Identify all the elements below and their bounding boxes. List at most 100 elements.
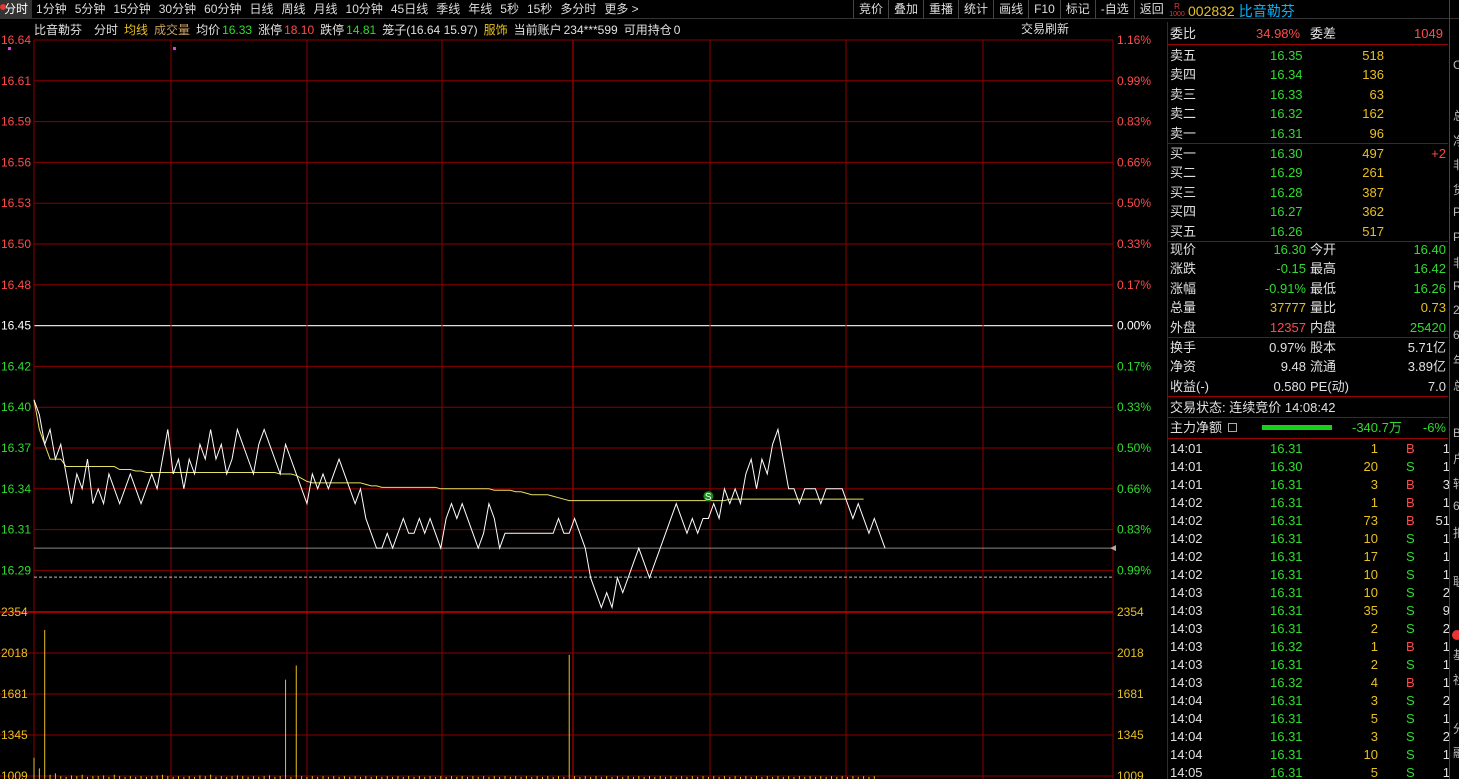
stat-value: 0.73 — [1420, 300, 1446, 316]
quote-stat-row: 涨跌 -0.15 最高 16.42 — [1168, 259, 1448, 278]
ask-volume: 518 — [1362, 48, 1384, 63]
tick-volume: 1 — [1370, 495, 1378, 510]
list-icon[interactable] — [1228, 423, 1237, 432]
period-tab[interactable]: 日线 — [245, 0, 277, 19]
tick-price: 16.31 — [1270, 765, 1303, 779]
period-tab[interactable]: 15秒 — [523, 0, 556, 19]
price-tick-label: 16.31 — [1, 523, 31, 537]
stat-label: 总量 — [1170, 300, 1197, 316]
tick-count: 9 — [1442, 603, 1450, 618]
toolbar-button[interactable]: 竞价 — [853, 0, 888, 19]
pct-tick-label: 0.50% — [1117, 196, 1151, 210]
tick-side: S — [1406, 549, 1415, 564]
toolbar-button[interactable]: 画线 — [993, 0, 1028, 19]
tick-volume: 5 — [1370, 711, 1378, 726]
pct-tick-label: 0.33% — [1117, 400, 1151, 414]
period-tab[interactable]: 30分钟 — [155, 0, 200, 19]
period-tab[interactable]: 1分钟 — [32, 0, 71, 19]
period-tab[interactable]: 10分钟 — [342, 0, 387, 19]
tick-count: 2 — [1442, 585, 1450, 600]
fundamental-row: 收益(-) 0.580 PE(动) 7.0 — [1168, 377, 1448, 396]
period-tab[interactable]: 多分时 — [556, 0, 600, 19]
bid-price: 16.27 — [1270, 204, 1303, 220]
tick-time: 14:04 — [1170, 693, 1203, 708]
tick-volume: 1 — [1370, 639, 1378, 654]
price-tick-label: 16.56 — [1, 155, 31, 169]
bid-label: 买三 — [1170, 184, 1197, 200]
tick-volume: 20 — [1363, 459, 1378, 474]
toolbar-button[interactable]: F10 — [1028, 0, 1060, 19]
stock-code: 002832 — [1188, 3, 1235, 19]
edge-label: 2 — [1453, 303, 1459, 317]
period-tab[interactable]: 分时 — [0, 0, 33, 19]
fundamental-row: 净资 9.48 流通 3.89亿 — [1168, 357, 1448, 376]
tick-time: 14:01 — [1170, 441, 1203, 456]
tick-time: 14:02 — [1170, 495, 1203, 510]
tick-count: 3 — [1442, 477, 1450, 492]
stock-name[interactable]: 比音勒芬 — [1239, 1, 1295, 21]
tick-volume: 10 — [1363, 585, 1378, 600]
ask-price: 16.33 — [1270, 86, 1303, 102]
ask-row: 卖三 16.33 63 — [1168, 85, 1448, 104]
toolbar-button[interactable]: 重播 — [923, 0, 958, 19]
tick-volume: 35 — [1363, 603, 1378, 618]
stat-label: PE(动) — [1310, 378, 1350, 394]
period-tab[interactable]: 年线 — [464, 0, 496, 19]
event-marker[interactable] — [173, 47, 176, 50]
toolbar-button[interactable]: 标记 — [1059, 0, 1095, 19]
tick-volume: 3 — [1370, 477, 1378, 492]
tick-side: S — [1406, 747, 1415, 762]
bid-row: 买二 16.29 261 — [1168, 163, 1448, 182]
period-tab[interactable]: 15分钟 — [109, 0, 154, 19]
period-tab[interactable]: 更多 > — [600, 0, 642, 19]
stat-label: 内盘 — [1310, 319, 1337, 335]
tick-row: 14:01 16.30 20 S 1 — [1168, 458, 1450, 476]
tick-count: 1 — [1442, 459, 1450, 474]
stat-value: 16.42 — [1413, 261, 1446, 277]
edge-label: P — [1453, 205, 1459, 219]
toolbar-button[interactable]: 统计 — [958, 0, 993, 19]
edge-label: 户 — [1453, 450, 1459, 467]
period-tab[interactable]: 5分钟 — [71, 0, 110, 19]
toolbar-button[interactable]: 叠加 — [888, 0, 923, 19]
period-tab[interactable]: 60分钟 — [200, 0, 245, 19]
stock-header: R 1000 002832 比音勒芬 — [1169, 0, 1295, 22]
ask-price: 16.31 — [1270, 125, 1303, 141]
edge-label: 年 — [1453, 352, 1459, 369]
bid-price: 16.30 — [1270, 146, 1303, 161]
event-marker[interactable] — [8, 47, 11, 50]
edge-label: 联 — [1453, 573, 1459, 590]
pct-tick-label: 0.66% — [1117, 155, 1151, 169]
tick-volume: 3 — [1370, 693, 1378, 708]
divider — [1168, 396, 1448, 397]
tick-side: S — [1406, 711, 1415, 726]
tick-price: 16.31 — [1270, 747, 1303, 762]
edge-label: 6 — [1453, 327, 1459, 342]
tick-price: 16.31 — [1270, 477, 1303, 492]
period-tab[interactable]: 季线 — [432, 0, 464, 19]
period-tab[interactable]: 45日线 — [387, 0, 432, 19]
tick-count: 1 — [1442, 675, 1450, 690]
toolbar-button[interactable]: 返回 — [1133, 0, 1169, 19]
tick-time: 14:02 — [1170, 531, 1203, 546]
tick-side: S — [1406, 603, 1415, 618]
toolbar-button[interactable]: -自选 — [1094, 0, 1134, 19]
intraday-chart[interactable]: 16.64 1.16% 16.61 0.99% 16.59 0.83% 16.56 0.66%… — [0, 20, 1166, 779]
quote-stat-row: 外盘 12357 内盘 25420 — [1168, 318, 1448, 337]
period-tab[interactable]: 5秒 — [496, 0, 523, 19]
tick-price: 16.32 — [1270, 675, 1303, 690]
ask-volume: 63 — [1369, 86, 1384, 102]
tick-count: 1 — [1442, 639, 1450, 654]
tick-count: 1 — [1442, 747, 1450, 762]
r-logo-icon: R 1000 — [1169, 2, 1185, 19]
tick-price: 16.32 — [1270, 639, 1303, 654]
tick-volume: 10 — [1363, 567, 1378, 582]
quote-stat-row: 涨幅 -0.91% 最低 16.26 — [1168, 279, 1448, 298]
period-tab[interactable]: 月线 — [310, 0, 342, 19]
tick-side: S — [1406, 657, 1415, 672]
period-tab[interactable]: 周线 — [277, 0, 309, 19]
bid-volume: 517 — [1362, 223, 1384, 239]
stat-label: 换手 — [1170, 340, 1197, 355]
main-flow-label: 主力净额 — [1170, 420, 1223, 435]
tick-count: 51 — [1435, 513, 1450, 528]
